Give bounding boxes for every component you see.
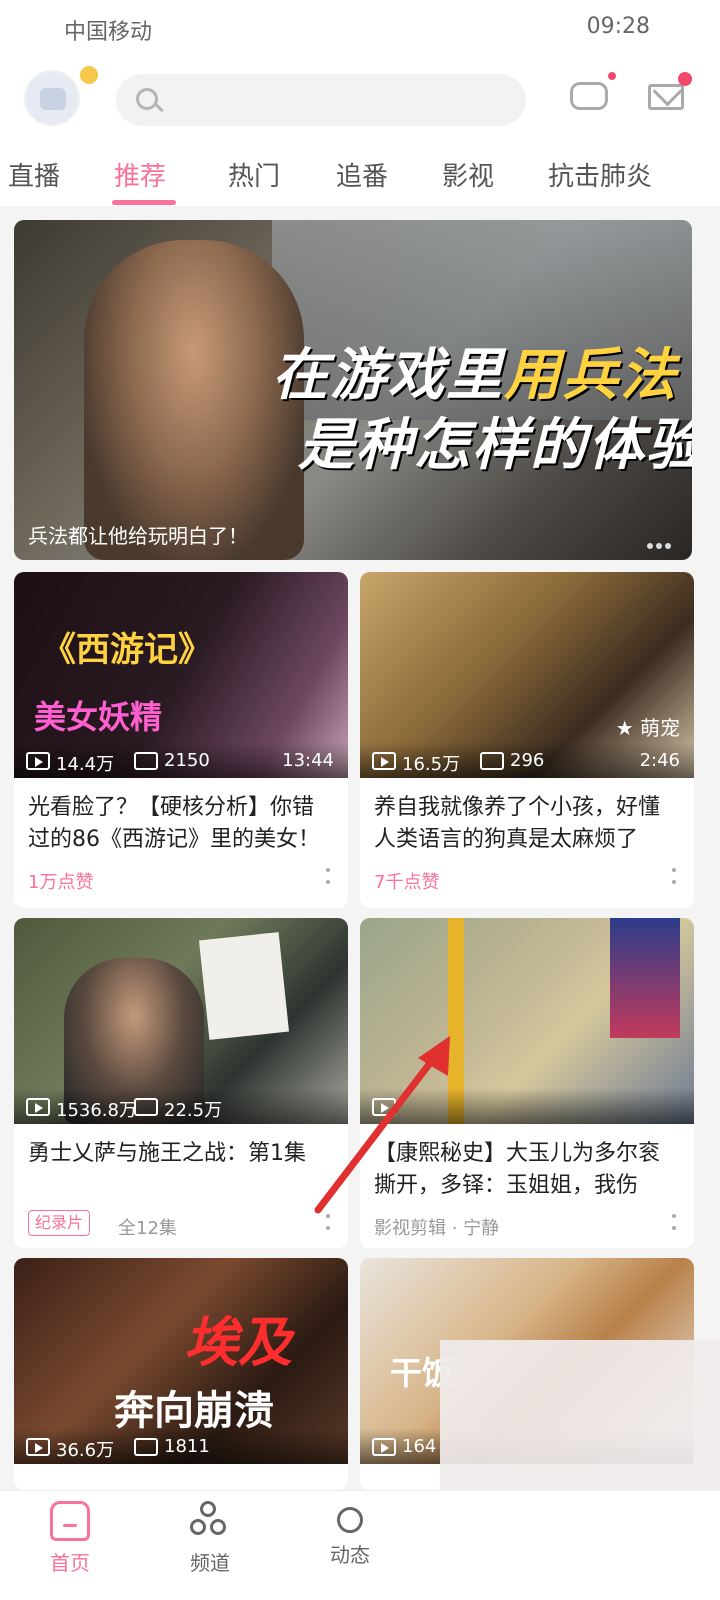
thumbnail-title: 埃及 [184,1311,292,1374]
carousel-indicator [644,534,674,549]
thumbnail-subtitle: 美女妖精 [34,698,163,736]
play-count-icon [26,1438,50,1456]
game-center-icon[interactable] [570,82,608,110]
more-options-icon[interactable] [672,868,676,886]
more-options-icon[interactable] [672,1214,676,1232]
dynamic-icon [337,1507,363,1533]
video-title: 勇士乂萨与施王之战：第1集 [28,1141,306,1166]
danmaku-count: 296 [510,750,545,771]
play-count-icon [26,752,50,770]
danmaku-count: 1811 [164,1436,210,1457]
episode-count: 全12集 [118,1218,177,1239]
danmaku-icon [480,752,504,770]
nav-home-label: 首页 [50,1551,90,1575]
play-count-icon [372,1438,396,1456]
banner-caption: 兵法都让他给玩明白了！ [28,524,248,548]
play-count: 16.5万 [402,754,461,775]
thumbnail-flag-blue [610,918,680,1038]
video-card[interactable]: 埃及 奔向崩溃 36.6万 1811 [14,1258,348,1490]
play-count-icon [26,1098,50,1116]
message-notification-dot [678,72,692,86]
more-options-icon[interactable] [326,868,330,886]
tab-covid[interactable]: 抗击肺炎 [548,156,652,193]
danmaku-count: 2150 [164,750,210,771]
nav-home[interactable]: 首页 [20,1501,120,1576]
nav-dynamic-label: 动态 [330,1543,370,1567]
video-card[interactable]: ★ 萌宠 16.5万 296 2:46 养自我就像养了个小孩，好懂人类语言的狗真… [360,572,694,908]
annotation-arrow-icon [314,1036,450,1214]
tab-movies[interactable]: 影视 [442,156,494,193]
status-bar: 中国移动 09:28 [0,0,720,56]
like-count: 1万点赞 [28,872,94,893]
tab-live[interactable]: 直播 [8,156,60,193]
like-count: 7千点赞 [374,872,440,893]
search-icon [136,88,158,110]
tab-anime[interactable]: 追番 [336,156,388,193]
danmaku-icon [134,1438,158,1456]
top-header [0,56,720,146]
thumbnail-title: 《西游记》 [42,630,212,670]
nav-dynamic[interactable]: 动态 [300,1501,400,1568]
video-duration: 2:46 [639,750,680,771]
avatar[interactable] [24,70,80,126]
play-count-icon [372,752,396,770]
content-type-tag: 纪录片 [28,1210,91,1236]
tab-hot[interactable]: 热门 [228,156,280,193]
danmaku-count: 22.5万 [164,1100,223,1121]
game-notification-dot [608,72,616,80]
search-input[interactable] [116,74,526,126]
danmaku-icon [134,752,158,770]
channel-icon [190,1501,230,1541]
play-count: 14.4万 [56,754,115,775]
message-icon[interactable] [648,84,684,110]
video-title: 光看脸了？【硬核分析】你错过的86《西游记》里的美女！[… [28,795,320,852]
category-badge: ★ 萌宠 [615,716,680,740]
thumbnail-paper-prop [198,932,290,1040]
banner-title-line2: 是种怎样的体验 [298,413,692,478]
video-duration: 13:44 [282,750,334,771]
carrier-label: 中国移动 [64,20,153,45]
banner-soldier-image [84,240,304,560]
bottom-navigation: 首页 频道 动态 [0,1490,720,1600]
banner-title-part1: 在游戏里 [272,343,504,408]
play-count: 164 [402,1436,437,1457]
avatar-badge [80,66,98,84]
banner-carousel[interactable]: 在游戏里用兵法 是种怎样的体验 兵法都让他给玩明白了！ [14,220,692,560]
nav-channel-label: 频道 [190,1551,230,1575]
banner-title-line1: 在游戏里用兵法 [272,330,678,411]
nav-channel[interactable]: 频道 [160,1501,260,1576]
video-card[interactable]: 1536.8万 22.5万 勇士乂萨与施王之战：第1集 纪录片 全12集 [14,918,348,1248]
video-title: 养自我就像养了个小孩，好懂人类语言的狗真是太麻烦了 [374,795,661,852]
active-tab-indicator [112,200,176,205]
play-count: 1536.8万 [56,1100,137,1121]
home-icon [50,1501,90,1541]
status-time: 09:28 [586,14,650,39]
play-count: 36.6万 [56,1440,115,1461]
video-card[interactable]: 《西游记》 美女妖精 14.4万 2150 13:44 光看脸了？【硬核分析】你… [14,572,348,908]
tab-recommend[interactable]: 推荐 [114,156,166,193]
category-tabs: 直播 推荐 热门 追番 影视 抗击肺炎 [0,146,720,206]
avatar-face-icon [40,88,66,110]
banner-title-highlight: 用兵法 [504,343,678,408]
danmaku-icon [134,1098,158,1116]
